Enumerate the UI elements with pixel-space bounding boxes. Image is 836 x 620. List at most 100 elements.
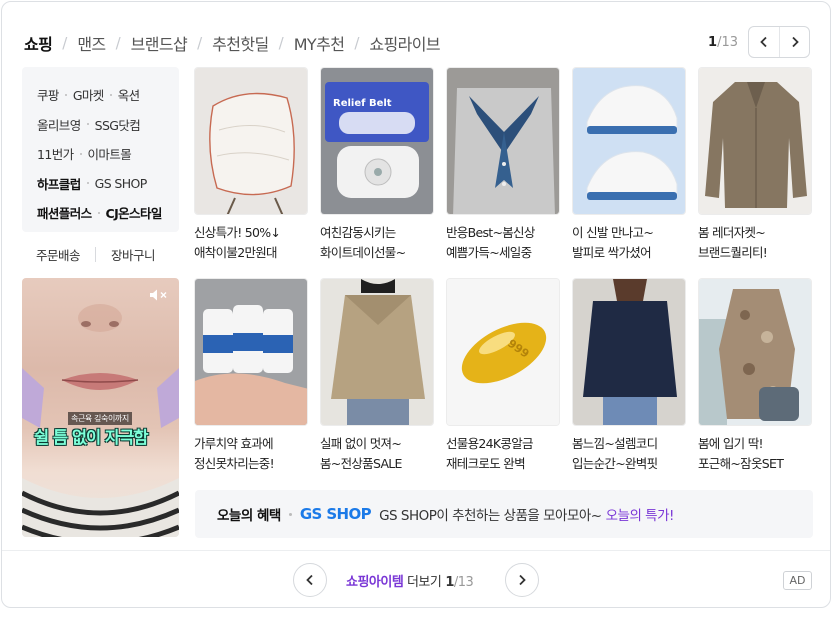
sneakers-image	[573, 68, 685, 214]
product-title: 선물용24K콩알금 재테크로도 완벽	[446, 436, 534, 471]
product-image	[194, 67, 308, 215]
more-current-page: 1	[445, 575, 454, 590]
cart-link[interactable]: 장바구니	[111, 245, 156, 264]
more-emphasis: 쇼핑아이템	[346, 575, 404, 590]
product-image	[320, 278, 434, 426]
product-image	[698, 67, 812, 215]
next-page-button[interactable]	[779, 27, 809, 57]
order-delivery-link[interactable]: 주문배송	[36, 245, 81, 264]
toothpaste-bottles-image	[195, 279, 307, 425]
chevron-right-icon	[519, 574, 526, 586]
shopping-panel: 쇼핑 / 맨즈 / 브랜드샵 / 추천핫딜 / MY추천 / 쇼핑라이브 1/1…	[1, 1, 831, 608]
product-card[interactable]: 반응Best~봄신상 예쁨가득~세일중	[446, 67, 560, 263]
page-navigator: 1/13	[708, 26, 810, 58]
product-image	[698, 278, 812, 426]
product-title: 실패 없이 멋져~ 봄~전상품SALE	[320, 436, 402, 471]
tab-separator: /	[354, 34, 360, 52]
gs-shop-logo: GS SHOP	[299, 505, 372, 523]
speaker-mute-icon[interactable]	[149, 288, 169, 302]
benefit-description: GS SHOP이 추천하는 상품을 모아모아~	[379, 508, 602, 524]
shopping-links: 주문배송 장바구니	[36, 245, 156, 264]
dot-separator	[109, 93, 112, 96]
store-11st[interactable]: 11번가	[37, 144, 74, 163]
tab-hotdeal[interactable]: 추천핫딜	[212, 31, 269, 55]
product-card[interactable]: 이 신발 만나고~ 발피로 싹가셨어	[572, 67, 686, 263]
store-gmarket[interactable]: G마켓	[73, 85, 104, 104]
leather-jacket-image	[699, 68, 811, 214]
more-items-label[interactable]: 쇼핑아이템 더보기 1/13	[346, 571, 474, 590]
navy-jacket-image	[573, 279, 685, 425]
chevron-left-icon	[306, 574, 313, 586]
chevron-left-icon	[760, 36, 767, 48]
store-oliveyoung[interactable]: 올리브영	[37, 115, 81, 134]
tab-shopping-live[interactable]: 쇼핑라이브	[369, 31, 440, 55]
store-row: 올리브영 SSG닷컴	[37, 110, 179, 140]
dot-separator	[64, 93, 67, 96]
ad-main-caption: 쉴 틈 없이 자극함	[34, 428, 149, 447]
pajama-set-image	[699, 279, 811, 425]
footer-next-button[interactable]	[505, 563, 539, 597]
footer-prev-button[interactable]	[293, 563, 327, 597]
tab-mens[interactable]: 맨즈	[77, 31, 106, 55]
store-halfclub[interactable]: 하프클럽	[37, 174, 81, 193]
footer-divider	[2, 550, 830, 551]
store-ssg[interactable]: SSG닷컴	[95, 115, 141, 134]
tab-separator: /	[62, 34, 68, 52]
page-total: /13	[717, 34, 738, 50]
product-card[interactable]: 실패 없이 멋져~ 봄~전상품SALE	[320, 278, 434, 474]
product-title: 봄에 입기 딱! 포근해~잠옷SET	[698, 436, 784, 471]
product-card[interactable]: 999 선물용24K콩알금 재테크로도 완벽	[446, 278, 560, 474]
dot-separator	[97, 211, 100, 214]
product-card[interactable]: 봄 레더자켓~ 브랜드퀄리티!	[698, 67, 812, 263]
todays-deal-link[interactable]: 오늘의 특가!	[606, 504, 675, 524]
product-image	[572, 67, 686, 215]
cardigan-image	[447, 68, 559, 214]
store-row: 11번가 이마트몰	[37, 139, 179, 169]
tab-brandshop[interactable]: 브랜드샵	[131, 31, 188, 55]
store-cjonstyle[interactable]: CJ온스타일	[106, 203, 163, 222]
tab-my-recommend[interactable]: MY추천	[294, 31, 345, 55]
link-divider	[95, 247, 97, 262]
product-title: 봄느낌~설렘코디 입는순간~완벽핏	[572, 436, 658, 471]
product-title: 이 신발 만나고~ 발피로 싹가셨어	[572, 225, 654, 260]
video-ad[interactable]: 속근육 깊숙이까지 쉴 틈 없이 자극함	[22, 278, 179, 537]
tab-separator: /	[278, 34, 284, 52]
product-image: Relief Belt	[320, 67, 434, 215]
store-auction[interactable]: 옥션	[118, 85, 140, 104]
page-current: 1	[708, 34, 718, 50]
face-closeup-image	[22, 304, 179, 537]
store-emart[interactable]: 이마트몰	[88, 144, 132, 163]
tab-separator: /	[197, 34, 203, 52]
todays-benefit-banner[interactable]: 오늘의 혜택 GS SHOP GS SHOP이 추천하는 상품을 모아모아~ 오…	[195, 490, 813, 538]
store-gsshop[interactable]: GS SHOP	[95, 176, 148, 191]
product-image	[572, 278, 686, 426]
product-card[interactable]: 신상특가! 50%↓ 애착이불2만원대	[194, 67, 308, 263]
store-row: 하프클럽 GS SHOP	[37, 169, 179, 199]
tab-separator: /	[115, 34, 121, 52]
product-title: 여친감동시키는 화이트데이선물~	[320, 225, 406, 260]
product-card[interactable]: 봄느낌~설렘코디 입는순간~완벽핏	[572, 278, 686, 474]
product-title: 봄 레더자켓~ 브랜드퀄리티!	[698, 225, 768, 260]
benefit-title: 오늘의 혜택	[217, 508, 281, 524]
tab-bar: 쇼핑 / 맨즈 / 브랜드샵 / 추천핫딜 / MY추천 / 쇼핑라이브	[24, 31, 441, 55]
more-total-pages: /13	[453, 575, 474, 590]
prev-page-button[interactable]	[749, 27, 779, 57]
store-fashionplus[interactable]: 패션플러스	[37, 203, 92, 222]
dot-separator	[86, 123, 89, 126]
massager-image: Relief Belt	[321, 68, 433, 214]
product-card[interactable]: 가루치약 효과에 정신못차리는중!	[194, 278, 308, 474]
ad-badge[interactable]: AD	[783, 571, 812, 590]
dot-separator	[79, 152, 82, 155]
product-title: 가루치약 효과에 정신못차리는중!	[194, 436, 275, 471]
dot-separator	[288, 512, 292, 516]
product-card[interactable]: 봄에 입기 딱! 포근해~잠옷SET	[698, 278, 812, 474]
store-coupang[interactable]: 쿠팡	[37, 85, 59, 104]
product-title: 반응Best~봄신상 예쁨가득~세일중	[446, 225, 535, 260]
product-card[interactable]: Relief Belt 여친감동시키는 화이트데이선물~	[320, 67, 434, 263]
product-image	[194, 278, 308, 426]
product-title: 신상특가! 50%↓ 애착이불2만원대	[194, 225, 281, 260]
chevron-right-icon	[791, 36, 799, 48]
store-row: 쿠팡 G마켓 옥션	[37, 80, 179, 110]
tab-shopping[interactable]: 쇼핑	[24, 31, 53, 55]
store-row: 패션플러스 CJ온스타일	[37, 198, 179, 228]
